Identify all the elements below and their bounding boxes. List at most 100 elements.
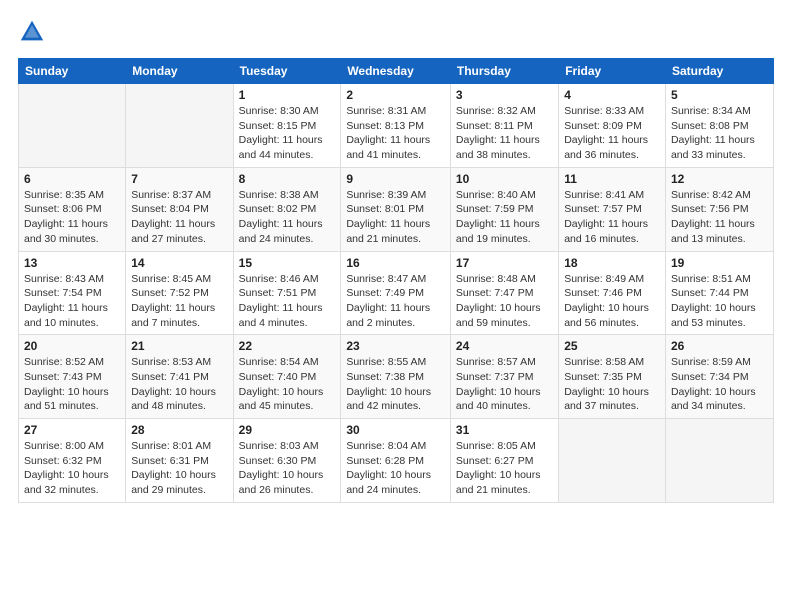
- day-number: 3: [456, 88, 553, 102]
- day-info: Sunrise: 8:47 AMSunset: 7:49 PMDaylight:…: [346, 272, 445, 331]
- day-number: 14: [131, 256, 227, 270]
- day-number: 21: [131, 339, 227, 353]
- header-cell-friday: Friday: [559, 59, 666, 84]
- day-number: 16: [346, 256, 445, 270]
- header-cell-sunday: Sunday: [19, 59, 126, 84]
- day-info: Sunrise: 8:41 AMSunset: 7:57 PMDaylight:…: [564, 188, 660, 247]
- day-cell: 20 Sunrise: 8:52 AMSunset: 7:43 PMDayligh…: [19, 335, 126, 419]
- day-cell: 9 Sunrise: 8:39 AMSunset: 8:01 PMDaylight…: [341, 167, 451, 251]
- header-cell-wednesday: Wednesday: [341, 59, 451, 84]
- day-cell: 12Sunrise: 8:42 AMSunset: 7:56 PMDayligh…: [665, 167, 773, 251]
- week-row-1: 6 Sunrise: 8:35 AMSunset: 8:06 PMDaylight…: [19, 167, 774, 251]
- day-info: Sunrise: 8:34 AMSunset: 8:08 PMDaylight:…: [671, 104, 768, 163]
- day-number: 10: [456, 172, 553, 186]
- day-number: 5: [671, 88, 768, 102]
- day-info: Sunrise: 8:31 AMSunset: 8:13 PMDaylight:…: [346, 104, 445, 163]
- calendar-header: SundayMondayTuesdayWednesdayThursdayFrid…: [19, 59, 774, 84]
- day-cell: 15 Sunrise: 8:46 AMSunset: 7:51 PMDayligh…: [233, 251, 341, 335]
- day-number: 15: [239, 256, 336, 270]
- day-cell: 2 Sunrise: 8:31 AMSunset: 8:13 PMDaylight…: [341, 84, 451, 168]
- day-info: Sunrise: 8:42 AMSunset: 7:56 PMDaylight:…: [671, 188, 768, 247]
- day-info: Sunrise: 8:49 AMSunset: 7:46 PMDaylight:…: [564, 272, 660, 331]
- day-cell: 29Sunrise: 8:03 AMSunset: 6:30 PMDayligh…: [233, 419, 341, 503]
- day-number: 26: [671, 339, 768, 353]
- logo: [18, 18, 50, 46]
- day-info: Sunrise: 8:51 AMSunset: 7:44 PMDaylight:…: [671, 272, 768, 331]
- day-info: Sunrise: 8:58 AMSunset: 7:35 PMDaylight:…: [564, 355, 660, 414]
- day-info: Sunrise: 8:35 AMSunset: 8:06 PMDaylight:…: [24, 188, 120, 247]
- day-cell: 6 Sunrise: 8:35 AMSunset: 8:06 PMDaylight…: [19, 167, 126, 251]
- week-row-0: 1 Sunrise: 8:30 AMSunset: 8:15 PMDaylight…: [19, 84, 774, 168]
- header: [18, 18, 774, 46]
- day-number: 2: [346, 88, 445, 102]
- day-info: Sunrise: 8:59 AMSunset: 7:34 PMDaylight:…: [671, 355, 768, 414]
- day-info: Sunrise: 8:39 AMSunset: 8:01 PMDaylight:…: [346, 188, 445, 247]
- day-number: 25: [564, 339, 660, 353]
- day-number: 23: [346, 339, 445, 353]
- week-row-3: 20 Sunrise: 8:52 AMSunset: 7:43 PMDayligh…: [19, 335, 774, 419]
- day-info: Sunrise: 8:48 AMSunset: 7:47 PMDaylight:…: [456, 272, 553, 331]
- day-cell: 18 Sunrise: 8:49 AMSunset: 7:46 PMDayligh…: [559, 251, 666, 335]
- week-row-4: 27 Sunrise: 8:00 AMSunset: 6:32 PMDayligh…: [19, 419, 774, 503]
- day-cell: 26 Sunrise: 8:59 AMSunset: 7:34 PMDayligh…: [665, 335, 773, 419]
- week-row-2: 13Sunrise: 8:43 AMSunset: 7:54 PMDayligh…: [19, 251, 774, 335]
- day-cell: 5 Sunrise: 8:34 AMSunset: 8:08 PMDaylight…: [665, 84, 773, 168]
- day-info: Sunrise: 8:30 AMSunset: 8:15 PMDaylight:…: [239, 104, 336, 163]
- header-cell-tuesday: Tuesday: [233, 59, 341, 84]
- day-number: 11: [564, 172, 660, 186]
- day-number: 22: [239, 339, 336, 353]
- day-number: 8: [239, 172, 336, 186]
- day-cell: 8 Sunrise: 8:38 AMSunset: 8:02 PMDaylight…: [233, 167, 341, 251]
- day-info: Sunrise: 8:40 AMSunset: 7:59 PMDaylight:…: [456, 188, 553, 247]
- day-info: Sunrise: 8:37 AMSunset: 8:04 PMDaylight:…: [131, 188, 227, 247]
- day-info: Sunrise: 8:04 AMSunset: 6:28 PMDaylight:…: [346, 439, 445, 498]
- day-cell: 30Sunrise: 8:04 AMSunset: 6:28 PMDayligh…: [341, 419, 451, 503]
- calendar-body: 1 Sunrise: 8:30 AMSunset: 8:15 PMDaylight…: [19, 84, 774, 503]
- day-cell: 19 Sunrise: 8:51 AMSunset: 7:44 PMDayligh…: [665, 251, 773, 335]
- day-info: Sunrise: 8:57 AMSunset: 7:37 PMDaylight:…: [456, 355, 553, 414]
- day-number: 18: [564, 256, 660, 270]
- day-number: 27: [24, 423, 120, 437]
- day-cell: [665, 419, 773, 503]
- day-cell: 22 Sunrise: 8:54 AMSunset: 7:40 PMDayligh…: [233, 335, 341, 419]
- day-info: Sunrise: 8:05 AMSunset: 6:27 PMDaylight:…: [456, 439, 553, 498]
- day-number: 13: [24, 256, 120, 270]
- day-info: Sunrise: 8:46 AMSunset: 7:51 PMDaylight:…: [239, 272, 336, 331]
- logo-icon: [18, 18, 46, 46]
- day-cell: 21 Sunrise: 8:53 AMSunset: 7:41 PMDayligh…: [126, 335, 233, 419]
- header-cell-saturday: Saturday: [665, 59, 773, 84]
- day-info: Sunrise: 8:45 AMSunset: 7:52 PMDaylight:…: [131, 272, 227, 331]
- day-cell: 27 Sunrise: 8:00 AMSunset: 6:32 PMDayligh…: [19, 419, 126, 503]
- day-cell: 28Sunrise: 8:01 AMSunset: 6:31 PMDayligh…: [126, 419, 233, 503]
- day-number: 31: [456, 423, 553, 437]
- day-number: 1: [239, 88, 336, 102]
- day-info: Sunrise: 8:32 AMSunset: 8:11 PMDaylight:…: [456, 104, 553, 163]
- day-cell: 31 Sunrise: 8:05 AMSunset: 6:27 PMDayligh…: [450, 419, 558, 503]
- header-cell-monday: Monday: [126, 59, 233, 84]
- day-number: 6: [24, 172, 120, 186]
- day-info: Sunrise: 8:54 AMSunset: 7:40 PMDaylight:…: [239, 355, 336, 414]
- day-cell: 16 Sunrise: 8:47 AMSunset: 7:49 PMDayligh…: [341, 251, 451, 335]
- day-cell: 24Sunrise: 8:57 AMSunset: 7:37 PMDayligh…: [450, 335, 558, 419]
- calendar: SundayMondayTuesdayWednesdayThursdayFrid…: [18, 58, 774, 503]
- day-number: 19: [671, 256, 768, 270]
- day-info: Sunrise: 8:03 AMSunset: 6:30 PMDaylight:…: [239, 439, 336, 498]
- day-cell: 4Sunrise: 8:33 AMSunset: 8:09 PMDaylight…: [559, 84, 666, 168]
- day-info: Sunrise: 8:38 AMSunset: 8:02 PMDaylight:…: [239, 188, 336, 247]
- day-info: Sunrise: 8:33 AMSunset: 8:09 PMDaylight:…: [564, 104, 660, 163]
- day-number: 17: [456, 256, 553, 270]
- day-number: 20: [24, 339, 120, 353]
- day-cell: 3 Sunrise: 8:32 AMSunset: 8:11 PMDaylight…: [450, 84, 558, 168]
- day-cell: 1 Sunrise: 8:30 AMSunset: 8:15 PMDaylight…: [233, 84, 341, 168]
- day-info: Sunrise: 8:53 AMSunset: 7:41 PMDaylight:…: [131, 355, 227, 414]
- day-cell: 10 Sunrise: 8:40 AMSunset: 7:59 PMDayligh…: [450, 167, 558, 251]
- day-cell: 14 Sunrise: 8:45 AMSunset: 7:52 PMDayligh…: [126, 251, 233, 335]
- day-info: Sunrise: 8:52 AMSunset: 7:43 PMDaylight:…: [24, 355, 120, 414]
- header-cell-thursday: Thursday: [450, 59, 558, 84]
- day-cell: 13Sunrise: 8:43 AMSunset: 7:54 PMDayligh…: [19, 251, 126, 335]
- day-number: 7: [131, 172, 227, 186]
- day-cell: 23Sunrise: 8:55 AMSunset: 7:38 PMDayligh…: [341, 335, 451, 419]
- day-number: 9: [346, 172, 445, 186]
- day-info: Sunrise: 8:01 AMSunset: 6:31 PMDaylight:…: [131, 439, 227, 498]
- day-info: Sunrise: 8:00 AMSunset: 6:32 PMDaylight:…: [24, 439, 120, 498]
